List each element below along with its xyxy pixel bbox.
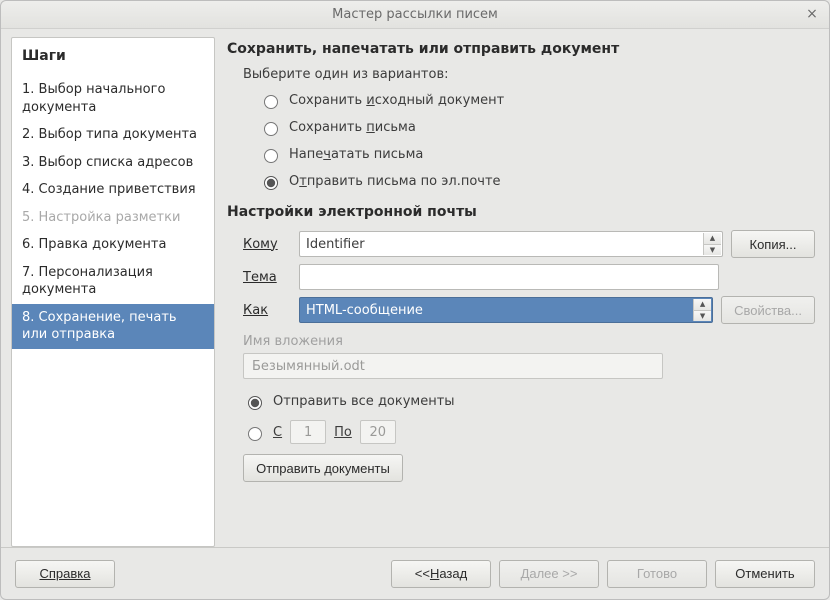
option-send-email-label: Отправить письма по эл.почте: [289, 174, 501, 189]
choose-text: Выберите один из вариантов:: [243, 67, 815, 82]
row-to: Кому Identifier ▲▼ Копия...: [243, 230, 815, 258]
step-3[interactable]: 3. Выбор списка адресов: [12, 149, 214, 177]
option-send-range[interactable]: С 1 По 20: [243, 420, 815, 444]
copy-button[interactable]: Копия...: [731, 230, 815, 258]
close-icon[interactable]: ×: [803, 5, 821, 23]
option-send-all-label: Отправить все документы: [273, 394, 455, 409]
step-7[interactable]: 7. Персонализация документа: [12, 259, 214, 304]
cancel-button[interactable]: Отменить: [715, 560, 815, 588]
body: Шаги 1. Выбор начального документа 2. Вы…: [1, 29, 829, 547]
subject-input[interactable]: [299, 264, 719, 290]
email-settings-title: Настройки электронной почты: [227, 204, 815, 220]
radio-print-letters[interactable]: [264, 149, 278, 163]
to-combo[interactable]: Identifier ▲▼: [299, 231, 723, 257]
option-print-letters-label: Напечатать письма: [289, 147, 423, 162]
step-1[interactable]: 1. Выбор начального документа: [12, 76, 214, 121]
titlebar: Мастер рассылки писем ×: [1, 1, 829, 29]
send-documents-button[interactable]: Отправить документы: [243, 454, 403, 482]
properties-button: Свойства...: [721, 296, 815, 324]
combo-stepper-icon[interactable]: ▲▼: [693, 299, 711, 321]
mailmerge-wizard-window: Мастер рассылки писем × Шаги 1. Выбор на…: [0, 0, 830, 600]
page-title: Сохранить, напечатать или отправить доку…: [227, 41, 815, 57]
option-send-email[interactable]: Отправить письма по эл.почте: [259, 173, 815, 190]
as-combo-value: HTML-сообщение: [306, 303, 423, 318]
radio-send-email[interactable]: [264, 176, 278, 190]
from-label: С: [273, 425, 282, 440]
row-subject: Тема: [243, 264, 815, 290]
radio-save-letters[interactable]: [264, 122, 278, 136]
step-2[interactable]: 2. Выбор типа документа: [12, 121, 214, 149]
from-input: 1: [290, 420, 326, 444]
label-subject: Тема: [243, 270, 291, 285]
attach-input: Безымянный.odt: [243, 353, 663, 379]
radio-send-all[interactable]: [248, 396, 262, 410]
option-print-letters[interactable]: Напечатать письма: [259, 146, 815, 163]
footer: Справка << Назад Далее >> Готово Отменит…: [1, 547, 829, 599]
to-combo-value: Identifier: [306, 237, 365, 252]
option-save-letters-label: Сохранить письма: [289, 120, 416, 135]
attach-label: Имя вложения: [243, 334, 815, 349]
radio-send-range[interactable]: [248, 427, 262, 441]
option-save-source[interactable]: Сохранить исходный документ: [259, 92, 815, 109]
as-combo[interactable]: HTML-сообщение ▲▼: [299, 297, 713, 323]
back-button[interactable]: << Назад: [391, 560, 491, 588]
subject-field[interactable]: [306, 265, 712, 289]
radio-save-source[interactable]: [264, 95, 278, 109]
to-input: 20: [360, 420, 396, 444]
step-8[interactable]: 8. Сохранение, печать или отправка: [12, 304, 214, 349]
finish-button: Готово: [607, 560, 707, 588]
help-button[interactable]: Справка: [15, 560, 115, 588]
option-save-source-label: Сохранить исходный документ: [289, 93, 504, 108]
next-button: Далее >>: [499, 560, 599, 588]
main-panel: Сохранить, напечатать или отправить доку…: [221, 37, 819, 547]
row-as: Как HTML-сообщение ▲▼ Свойства...: [243, 296, 815, 324]
steps-panel: Шаги 1. Выбор начального документа 2. Вы…: [11, 37, 215, 547]
step-5: 5. Настройка разметки: [12, 204, 214, 232]
label-as: Как: [243, 303, 291, 318]
window-title: Мастер рассылки писем: [332, 7, 498, 22]
option-send-all[interactable]: Отправить все документы: [243, 393, 815, 410]
option-save-letters[interactable]: Сохранить письма: [259, 119, 815, 136]
combo-stepper-icon[interactable]: ▲▼: [703, 233, 721, 255]
label-to: Кому: [243, 237, 291, 252]
step-4[interactable]: 4. Создание приветствия: [12, 176, 214, 204]
attach-value: Безымянный.odt: [252, 359, 365, 374]
step-6[interactable]: 6. Правка документа: [12, 231, 214, 259]
to-label: По: [334, 425, 352, 440]
steps-heading: Шаги: [22, 48, 204, 64]
